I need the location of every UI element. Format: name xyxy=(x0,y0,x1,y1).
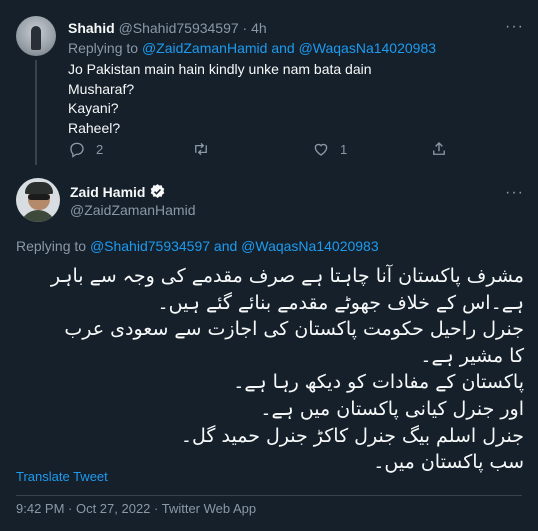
reply-icon xyxy=(70,142,84,158)
tweet-text-line: جنرل راحیل حکومت پاکستان کی اجازت سے سعو… xyxy=(64,318,524,341)
reply-replying-to: Replying to @ZaidZamanHamid and @WaqasNa… xyxy=(68,40,437,56)
divider xyxy=(16,495,522,496)
mention-link[interactable]: @Shahid75934597 xyxy=(90,238,210,254)
mention-link[interactable]: @ZaidZamanHamid xyxy=(142,40,267,56)
reply-text-line: Jo Pakistan main hain kindly unke nam ba… xyxy=(68,61,372,77)
main-replying-to: Replying to @Shahid75934597 and @WaqasNa… xyxy=(16,238,379,254)
tweet-text-line: پاکستان کے مفادات کو دیکھ رہا ہے۔ xyxy=(233,371,524,394)
reply-text-line: Raheel? xyxy=(68,119,121,136)
reply-text-line: Musharaf? xyxy=(68,80,135,97)
reply-timestamp[interactable]: 4h xyxy=(251,20,267,36)
like-icon xyxy=(314,143,328,156)
reply-count: 2 xyxy=(96,141,104,157)
like-button[interactable]: 1 xyxy=(312,140,347,158)
reply-text-line: Kayani? xyxy=(68,100,119,116)
main-author-name[interactable]: Zaid Hamid xyxy=(70,184,145,200)
reply-author-name[interactable]: Shahid xyxy=(68,20,115,36)
main-avatar[interactable] xyxy=(16,178,60,222)
main-author[interactable]: Zaid Hamid xyxy=(70,183,166,200)
reply-button[interactable]: 2 xyxy=(68,140,103,158)
tweet-text-line: ہے۔اس کے خلاف جھوٹے مقدمے بنائے گئے ہیں۔ xyxy=(157,291,524,314)
main-author-handle[interactable]: @ZaidZamanHamid xyxy=(70,202,195,218)
tweet-text-line: مشرف پاکستان آنا چاہتا ہے صرف مقدمے کی و… xyxy=(50,265,524,287)
translate-tweet-link[interactable]: Translate Tweet xyxy=(16,469,108,484)
reply-author-handle[interactable]: @Shahid75934597 xyxy=(119,20,239,36)
main-tweet-text: مشرف پاکستان آنا چاہتا ہے صرف مقدمے کی و… xyxy=(16,263,524,476)
tweet-text-line: اور جنرل کیانی پاکستان میں ہے۔ xyxy=(260,397,524,420)
mention-link[interactable]: @WaqasNa14020983 xyxy=(241,238,378,254)
reply-text: Jo Pakistan main hain kindly unke nam ba… xyxy=(68,60,372,138)
thread-connector xyxy=(35,60,37,165)
reply-header: Shahid @Shahid75934597 · 4h xyxy=(68,20,267,36)
mention-link[interactable]: @WaqasNa14020983 xyxy=(299,40,436,56)
share-button[interactable] xyxy=(430,140,448,158)
more-icon[interactable]: ··· xyxy=(505,184,524,202)
retweet-icon xyxy=(195,142,207,156)
share-icon xyxy=(433,142,445,155)
tweet-text-line: کا مشیر ہے۔ xyxy=(420,344,524,367)
reply-avatar[interactable] xyxy=(16,16,56,56)
reply-tweet[interactable]: Shahid @Shahid75934597 · 4h ··· Replying… xyxy=(0,0,538,170)
verified-badge-icon xyxy=(151,184,165,198)
more-icon[interactable]: ··· xyxy=(505,18,524,36)
retweet-button[interactable] xyxy=(192,140,210,158)
tweet-metadata[interactable]: 9:42 PM · Oct 27, 2022 · Twitter Web App xyxy=(16,501,256,516)
tweet-text-line: جنرل اسلم بیگ جنرل کاکڑ جنرل حمید گل۔ xyxy=(180,424,524,447)
like-count: 1 xyxy=(340,141,348,157)
reply-action-bar: 2 1 xyxy=(68,140,468,160)
